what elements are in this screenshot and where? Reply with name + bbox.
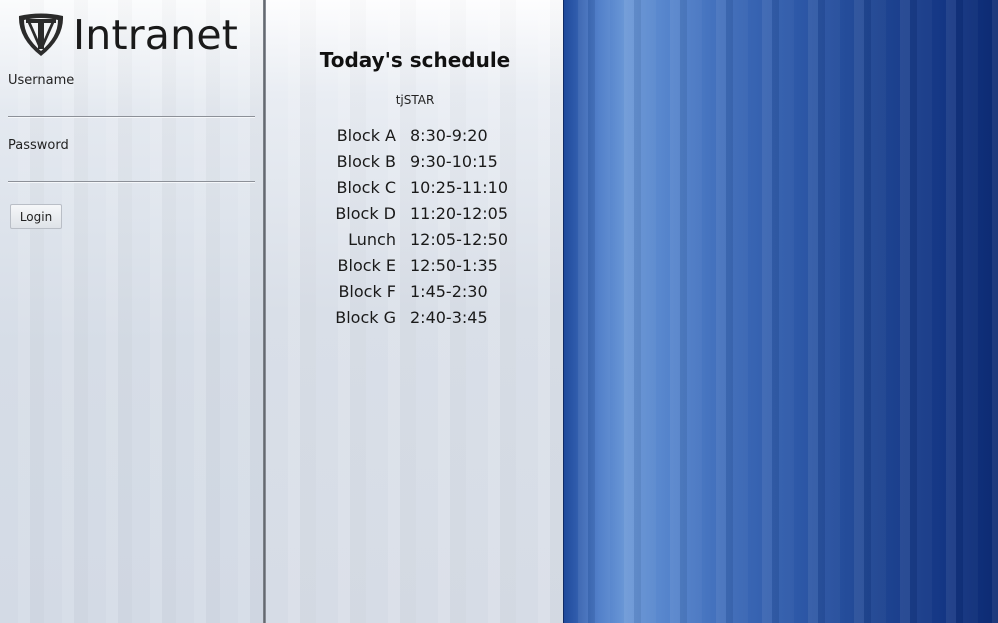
schedule-row: Block F 1:45-2:30 bbox=[266, 279, 564, 305]
schedule-day-type: tjSTAR bbox=[395, 93, 435, 107]
block-time: 12:50-1:35 bbox=[410, 256, 498, 275]
block-name: Block C bbox=[336, 178, 396, 197]
block-name: Block B bbox=[336, 152, 396, 171]
block-name: Block E bbox=[337, 256, 396, 275]
background-art bbox=[564, 0, 998, 623]
block-name: Block A bbox=[336, 126, 396, 145]
schedule-row: Block E 12:50-1:35 bbox=[266, 253, 564, 279]
username-label: Username bbox=[8, 73, 75, 88]
app-title: Intranet bbox=[73, 11, 239, 59]
login-panel: Intranet Username Password Login bbox=[0, 0, 264, 623]
block-time: 1:45-2:30 bbox=[410, 282, 488, 301]
schedule-row: Lunch 12:05-12:50 bbox=[266, 227, 564, 253]
schedule-row: Block C 10:25-11:10 bbox=[266, 175, 564, 201]
login-button[interactable]: Login bbox=[10, 204, 62, 229]
block-time: 10:25-11:10 bbox=[410, 178, 508, 197]
block-name: Block G bbox=[335, 308, 396, 327]
block-time: 8:30-9:20 bbox=[410, 126, 488, 145]
schedule-panel: Today's schedule tjSTAR Block A 8:30-9:2… bbox=[266, 0, 564, 623]
schedule-table: Block A 8:30-9:20 Block B 9:30-10:15 Blo… bbox=[266, 123, 564, 331]
tj-shield-logo-icon bbox=[18, 13, 64, 56]
block-name: Block D bbox=[335, 204, 396, 223]
password-label: Password bbox=[8, 138, 69, 153]
block-time: 9:30-10:15 bbox=[410, 152, 498, 171]
brand-header: Intranet bbox=[16, 10, 238, 60]
block-name: Lunch bbox=[348, 230, 396, 249]
schedule-row: Block B 9:30-10:15 bbox=[266, 149, 564, 175]
block-time: 2:40-3:45 bbox=[410, 308, 488, 327]
schedule-row: Block D 11:20-12:05 bbox=[266, 201, 564, 227]
schedule-row: Block A 8:30-9:20 bbox=[266, 123, 564, 149]
block-time: 12:05-12:50 bbox=[410, 230, 508, 249]
password-input[interactable] bbox=[8, 159, 255, 182]
username-input[interactable] bbox=[8, 94, 255, 117]
block-time: 11:20-12:05 bbox=[410, 204, 508, 223]
schedule-row: Block G 2:40-3:45 bbox=[266, 305, 564, 331]
block-name: Block F bbox=[338, 282, 396, 301]
schedule-title: Today's schedule bbox=[319, 48, 511, 72]
